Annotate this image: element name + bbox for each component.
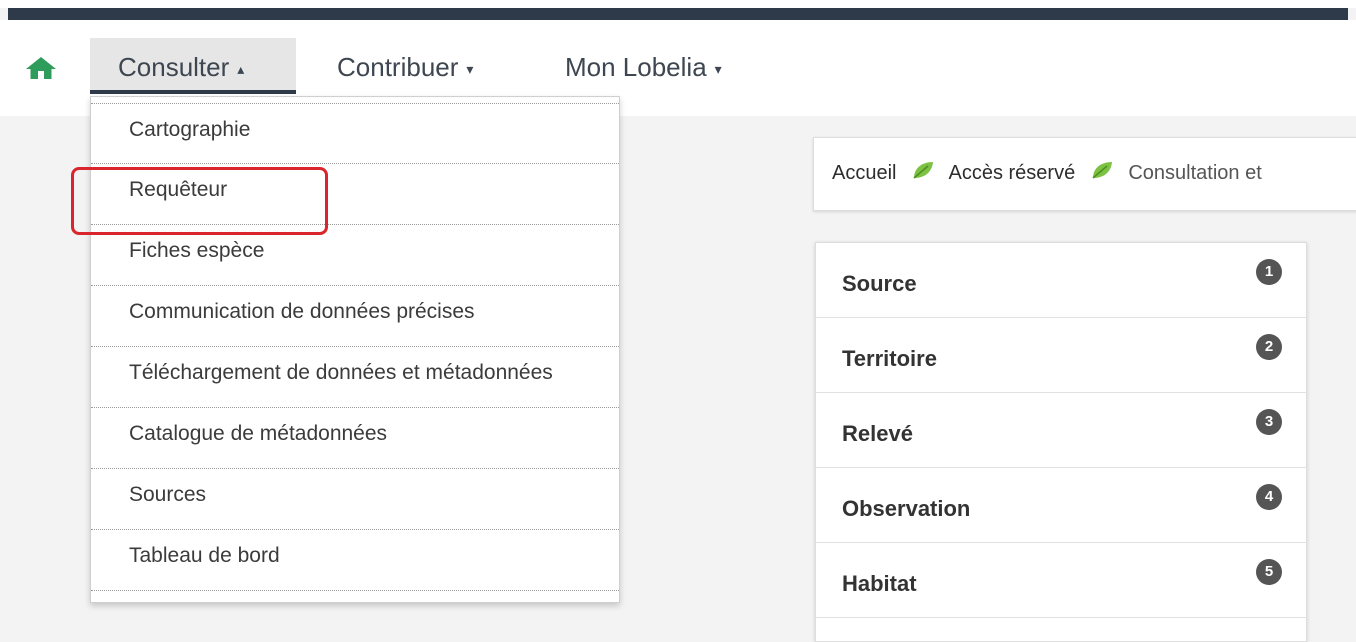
- menu-item-sources[interactable]: Sources: [91, 469, 619, 530]
- query-steps-panel: Source 1 Territoire 2 Relevé 3 Observati…: [815, 242, 1307, 642]
- nav-mon-lobelia-label: Mon Lobelia: [565, 52, 707, 82]
- menu-item-telechargement[interactable]: Téléchargement de données et métadonnées: [91, 347, 619, 408]
- breadcrumb: Accueil Accès réservé Consultation et: [813, 137, 1356, 211]
- menu-item-tableau-de-bord[interactable]: Tableau de bord: [91, 530, 619, 591]
- menu-item-communication-donnees[interactable]: Communication de données précises: [91, 286, 619, 347]
- step-label: Relevé: [842, 421, 913, 446]
- step-releve[interactable]: Relevé 3: [816, 393, 1306, 468]
- caret-down-icon: ▾: [714, 61, 722, 78]
- breadcrumb-accueil[interactable]: Accueil: [832, 162, 896, 184]
- page-top-border: [0, 0, 1356, 20]
- step-source[interactable]: Source 1: [816, 243, 1306, 318]
- step-observation[interactable]: Observation 4: [816, 468, 1306, 543]
- step-number-badge: 5: [1256, 559, 1282, 585]
- top-dark-bar: [8, 8, 1348, 20]
- step-label: Source: [842, 271, 917, 296]
- nav-contribuer-label: Contribuer: [337, 52, 459, 82]
- nav-consulter-label: Consulter: [118, 52, 230, 82]
- highlight-box: [71, 167, 328, 235]
- step-number-badge: 1: [1256, 259, 1282, 285]
- menu-item-cartographie[interactable]: Cartographie: [91, 103, 619, 164]
- nav-contribuer[interactable]: Contribuer ▾: [337, 38, 473, 94]
- caret-up-icon: ▴: [237, 61, 245, 78]
- breadcrumb-current: Consultation et: [1128, 162, 1262, 184]
- home-icon[interactable]: [25, 56, 57, 80]
- caret-down-icon: ▾: [466, 61, 474, 78]
- leaf-icon: [1091, 139, 1113, 209]
- nav-mon-lobelia[interactable]: Mon Lobelia ▾: [565, 38, 722, 94]
- step-territoire[interactable]: Territoire 2: [816, 318, 1306, 393]
- step-label: Habitat: [842, 571, 917, 596]
- step-number-badge: 4: [1256, 484, 1282, 510]
- leaf-icon: [912, 139, 934, 209]
- step-number-badge: 2: [1256, 334, 1282, 360]
- step-habitat[interactable]: Habitat 5: [816, 543, 1306, 618]
- breadcrumb-acces-reserve[interactable]: Accès réservé: [949, 162, 1076, 184]
- nav-consulter[interactable]: Consulter ▴: [90, 38, 296, 94]
- menu-item-catalogue-metadonnees[interactable]: Catalogue de métadonnées: [91, 408, 619, 469]
- step-label: Territoire: [842, 346, 937, 371]
- step-number-badge: 3: [1256, 409, 1282, 435]
- step-label: Observation: [842, 496, 971, 521]
